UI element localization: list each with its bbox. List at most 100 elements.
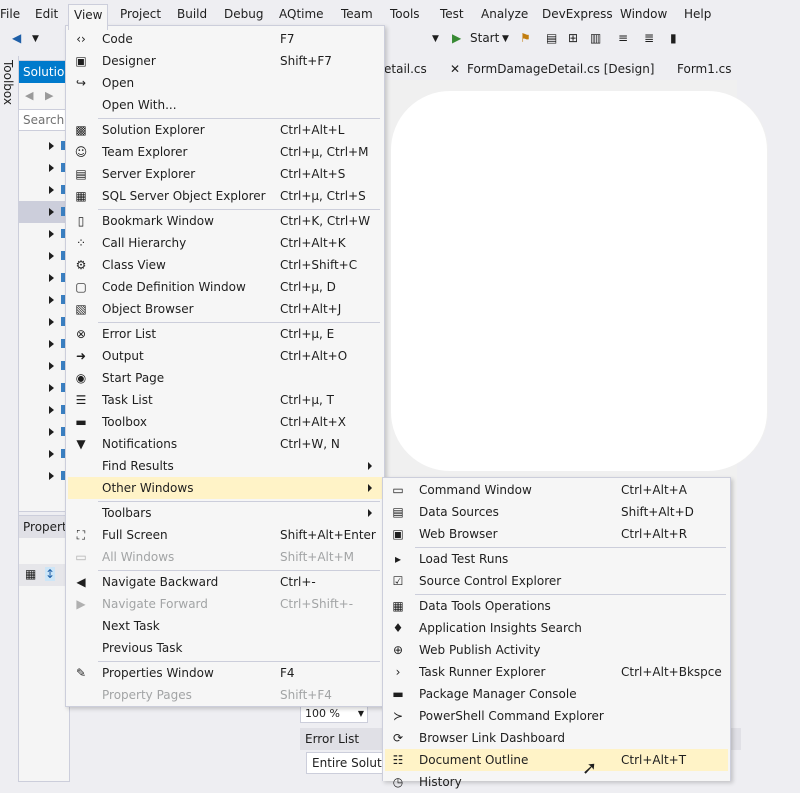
forward-circle-icon[interactable]: ▶ (45, 89, 53, 102)
menu-item-previous-task[interactable]: Previous Task (68, 637, 382, 659)
menu-item-toolbox[interactable]: ▬ Toolbox Ctrl+Alt+X (68, 411, 382, 433)
zoom-select[interactable]: 100 % ▼ (300, 705, 368, 723)
menu-item-open-with[interactable]: Open With... (68, 94, 382, 116)
toolbar-tool-icon[interactable]: ▥ (590, 31, 601, 45)
menu-view[interactable]: View (68, 4, 109, 30)
menu-team[interactable]: Team (341, 7, 373, 21)
expand-arrow-icon[interactable] (49, 230, 54, 238)
menu-window[interactable]: Window (620, 7, 667, 21)
menu-item-next-task[interactable]: Next Task (68, 615, 382, 637)
tab-detail-cs[interactable]: etail.cs (384, 62, 427, 76)
categorized-icon[interactable]: ▦ (25, 567, 36, 581)
expand-arrow-icon[interactable] (49, 186, 54, 194)
menu-debug[interactable]: Debug (224, 7, 263, 21)
tree-item[interactable] (19, 157, 69, 179)
back-icon[interactable]: ◀ (12, 31, 21, 45)
menu-item-server-explorer[interactable]: ▤ Server Explorer Ctrl+Alt+S (68, 163, 382, 185)
menu-item-object-browser[interactable]: ▧ Object Browser Ctrl+Alt+J (68, 298, 382, 320)
tree-item[interactable] (19, 245, 69, 267)
browser-link-toolbar-icon[interactable]: ⚑ (520, 31, 531, 45)
expand-arrow-icon[interactable] (49, 142, 54, 150)
expand-arrow-icon[interactable] (49, 296, 54, 304)
tree-item[interactable] (19, 289, 69, 311)
menu-item-navigate-backward[interactable]: ◀ Navigate Backward Ctrl+- (68, 571, 382, 593)
menu-item-output[interactable]: ➜ Output Ctrl+Alt+O (68, 345, 382, 367)
menu-item-bookmark-window[interactable]: ▯ Bookmark Window Ctrl+K, Ctrl+W (68, 210, 382, 232)
menu-item-source-control-explorer[interactable]: ☑ Source Control Explorer (385, 570, 728, 592)
solution-explorer-title[interactable]: Solution Explorer (19, 61, 69, 83)
menu-item-call-hierarchy[interactable]: ⁘ Call Hierarchy Ctrl+Alt+K (68, 232, 382, 254)
menu-item-find-results[interactable]: Find Results (68, 455, 382, 477)
toolbox-tab[interactable]: Toolbox (0, 56, 19, 780)
tree-item[interactable] (19, 377, 69, 399)
menu-edit[interactable]: Edit (35, 7, 58, 21)
menu-item-load-test-runs[interactable]: ▸ Load Test Runs (385, 548, 728, 570)
alphabetical-icon[interactable]: ↕ (45, 567, 56, 581)
menu-item-solution-explorer[interactable]: ▩ Solution Explorer Ctrl+Alt+L (68, 119, 382, 141)
expand-arrow-icon[interactable] (49, 384, 54, 392)
menu-analyze[interactable]: Analyze (481, 7, 528, 21)
properties-title[interactable]: Properties (19, 516, 69, 538)
menu-item-toolbars[interactable]: Toolbars (68, 502, 382, 524)
tree-item[interactable] (19, 465, 69, 487)
tree-item[interactable] (19, 311, 69, 333)
menu-devexpress[interactable]: DevExpress (542, 7, 613, 21)
menu-item-application-insights-search[interactable]: ♦ Application Insights Search (385, 617, 728, 639)
menu-item-data-sources[interactable]: ▤ Data Sources Shift+Alt+D (385, 501, 728, 523)
menu-item-code-definition-window[interactable]: ▢ Code Definition Window Ctrl+µ, D (68, 276, 382, 298)
expand-arrow-icon[interactable] (49, 252, 54, 260)
menu-item-browser-link-dashboard[interactable]: ⟳ Browser Link Dashboard (385, 727, 728, 749)
start-icon[interactable]: ▶ (452, 31, 461, 45)
start-dropdown-icon[interactable]: ▼ (502, 34, 509, 44)
expand-arrow-icon[interactable] (49, 406, 54, 414)
expand-arrow-icon[interactable] (49, 428, 54, 436)
config-dropdown-icon[interactable]: ▼ (432, 34, 439, 44)
tree-item[interactable] (19, 443, 69, 465)
tab-form-damage-detail-design[interactable]: FormDamageDetail.cs [Design] (467, 62, 655, 76)
menu-item-package-manager-console[interactable]: ▬ Package Manager Console (385, 683, 728, 705)
tree-item[interactable] (19, 333, 69, 355)
menu-test[interactable]: Test (440, 7, 464, 21)
menu-project[interactable]: Project (120, 7, 161, 21)
menu-item-code[interactable]: ‹› Code F7 (68, 28, 382, 50)
designer-canvas[interactable] (390, 90, 768, 472)
expand-arrow-icon[interactable] (49, 274, 54, 282)
menu-item-class-view[interactable]: ⚙ Class View Ctrl+Shift+C (68, 254, 382, 276)
tab-form1-cs[interactable]: Form1.cs (677, 62, 732, 76)
tree-item[interactable] (19, 223, 69, 245)
menu-item-properties-window[interactable]: ✎ Properties Window F4 (68, 662, 382, 684)
menu-item-command-window[interactable]: ▭ Command Window Ctrl+Alt+A (385, 479, 728, 501)
expand-arrow-icon[interactable] (49, 164, 54, 172)
menu-item-notifications[interactable]: ▼ Notifications Ctrl+W, N (68, 433, 382, 455)
start-button[interactable]: Start (470, 31, 499, 45)
menu-tools[interactable]: Tools (390, 7, 420, 21)
toolbar-tool-icon[interactable]: ≡ (618, 31, 628, 45)
menu-item-start-page[interactable]: ◉ Start Page (68, 367, 382, 389)
menu-item-web-browser[interactable]: ▣ Web Browser Ctrl+Alt+R (385, 523, 728, 545)
menu-item-task-runner-explorer[interactable]: › Task Runner Explorer Ctrl+Alt+Bkspce (385, 661, 728, 683)
tab-close-icon[interactable]: ✕ (450, 62, 460, 76)
solution-search-input[interactable]: Search Solution Explorer (19, 109, 69, 131)
back-dropdown-icon[interactable]: ▼ (32, 34, 39, 44)
tree-item[interactable] (19, 201, 69, 223)
tree-item[interactable] (19, 355, 69, 377)
menu-build[interactable]: Build (177, 7, 207, 21)
expand-arrow-icon[interactable] (49, 472, 54, 480)
menu-item-document-outline[interactable]: ☷ Document Outline Ctrl+Alt+T (385, 749, 728, 771)
menu-help[interactable]: Help (684, 7, 711, 21)
toolbar-tool-icon[interactable]: ≣ (644, 31, 654, 45)
menu-item-history[interactable]: ◷ History (385, 771, 728, 793)
expand-arrow-icon[interactable] (49, 362, 54, 370)
menu-item-sql-server-object-explorer[interactable]: ▦ SQL Server Object Explorer Ctrl+µ, Ctrl+… (68, 185, 382, 207)
bookmark-toolbar-icon[interactable]: ▮ (670, 31, 677, 45)
menu-item-full-screen[interactable]: ⛶ Full Screen Shift+Alt+Enter (68, 524, 382, 546)
error-scope-select[interactable]: Entire Solution (306, 752, 393, 774)
menu-item-error-list[interactable]: ⊗ Error List Ctrl+µ, E (68, 323, 382, 345)
tree-item[interactable] (19, 421, 69, 443)
expand-arrow-icon[interactable] (49, 208, 54, 216)
tree-item[interactable] (19, 399, 69, 421)
expand-arrow-icon[interactable] (49, 318, 54, 326)
expand-arrow-icon[interactable] (49, 340, 54, 348)
toolbar-tool-icon[interactable]: ⊞ (568, 31, 578, 45)
back-circle-icon[interactable]: ◀ (25, 89, 33, 102)
